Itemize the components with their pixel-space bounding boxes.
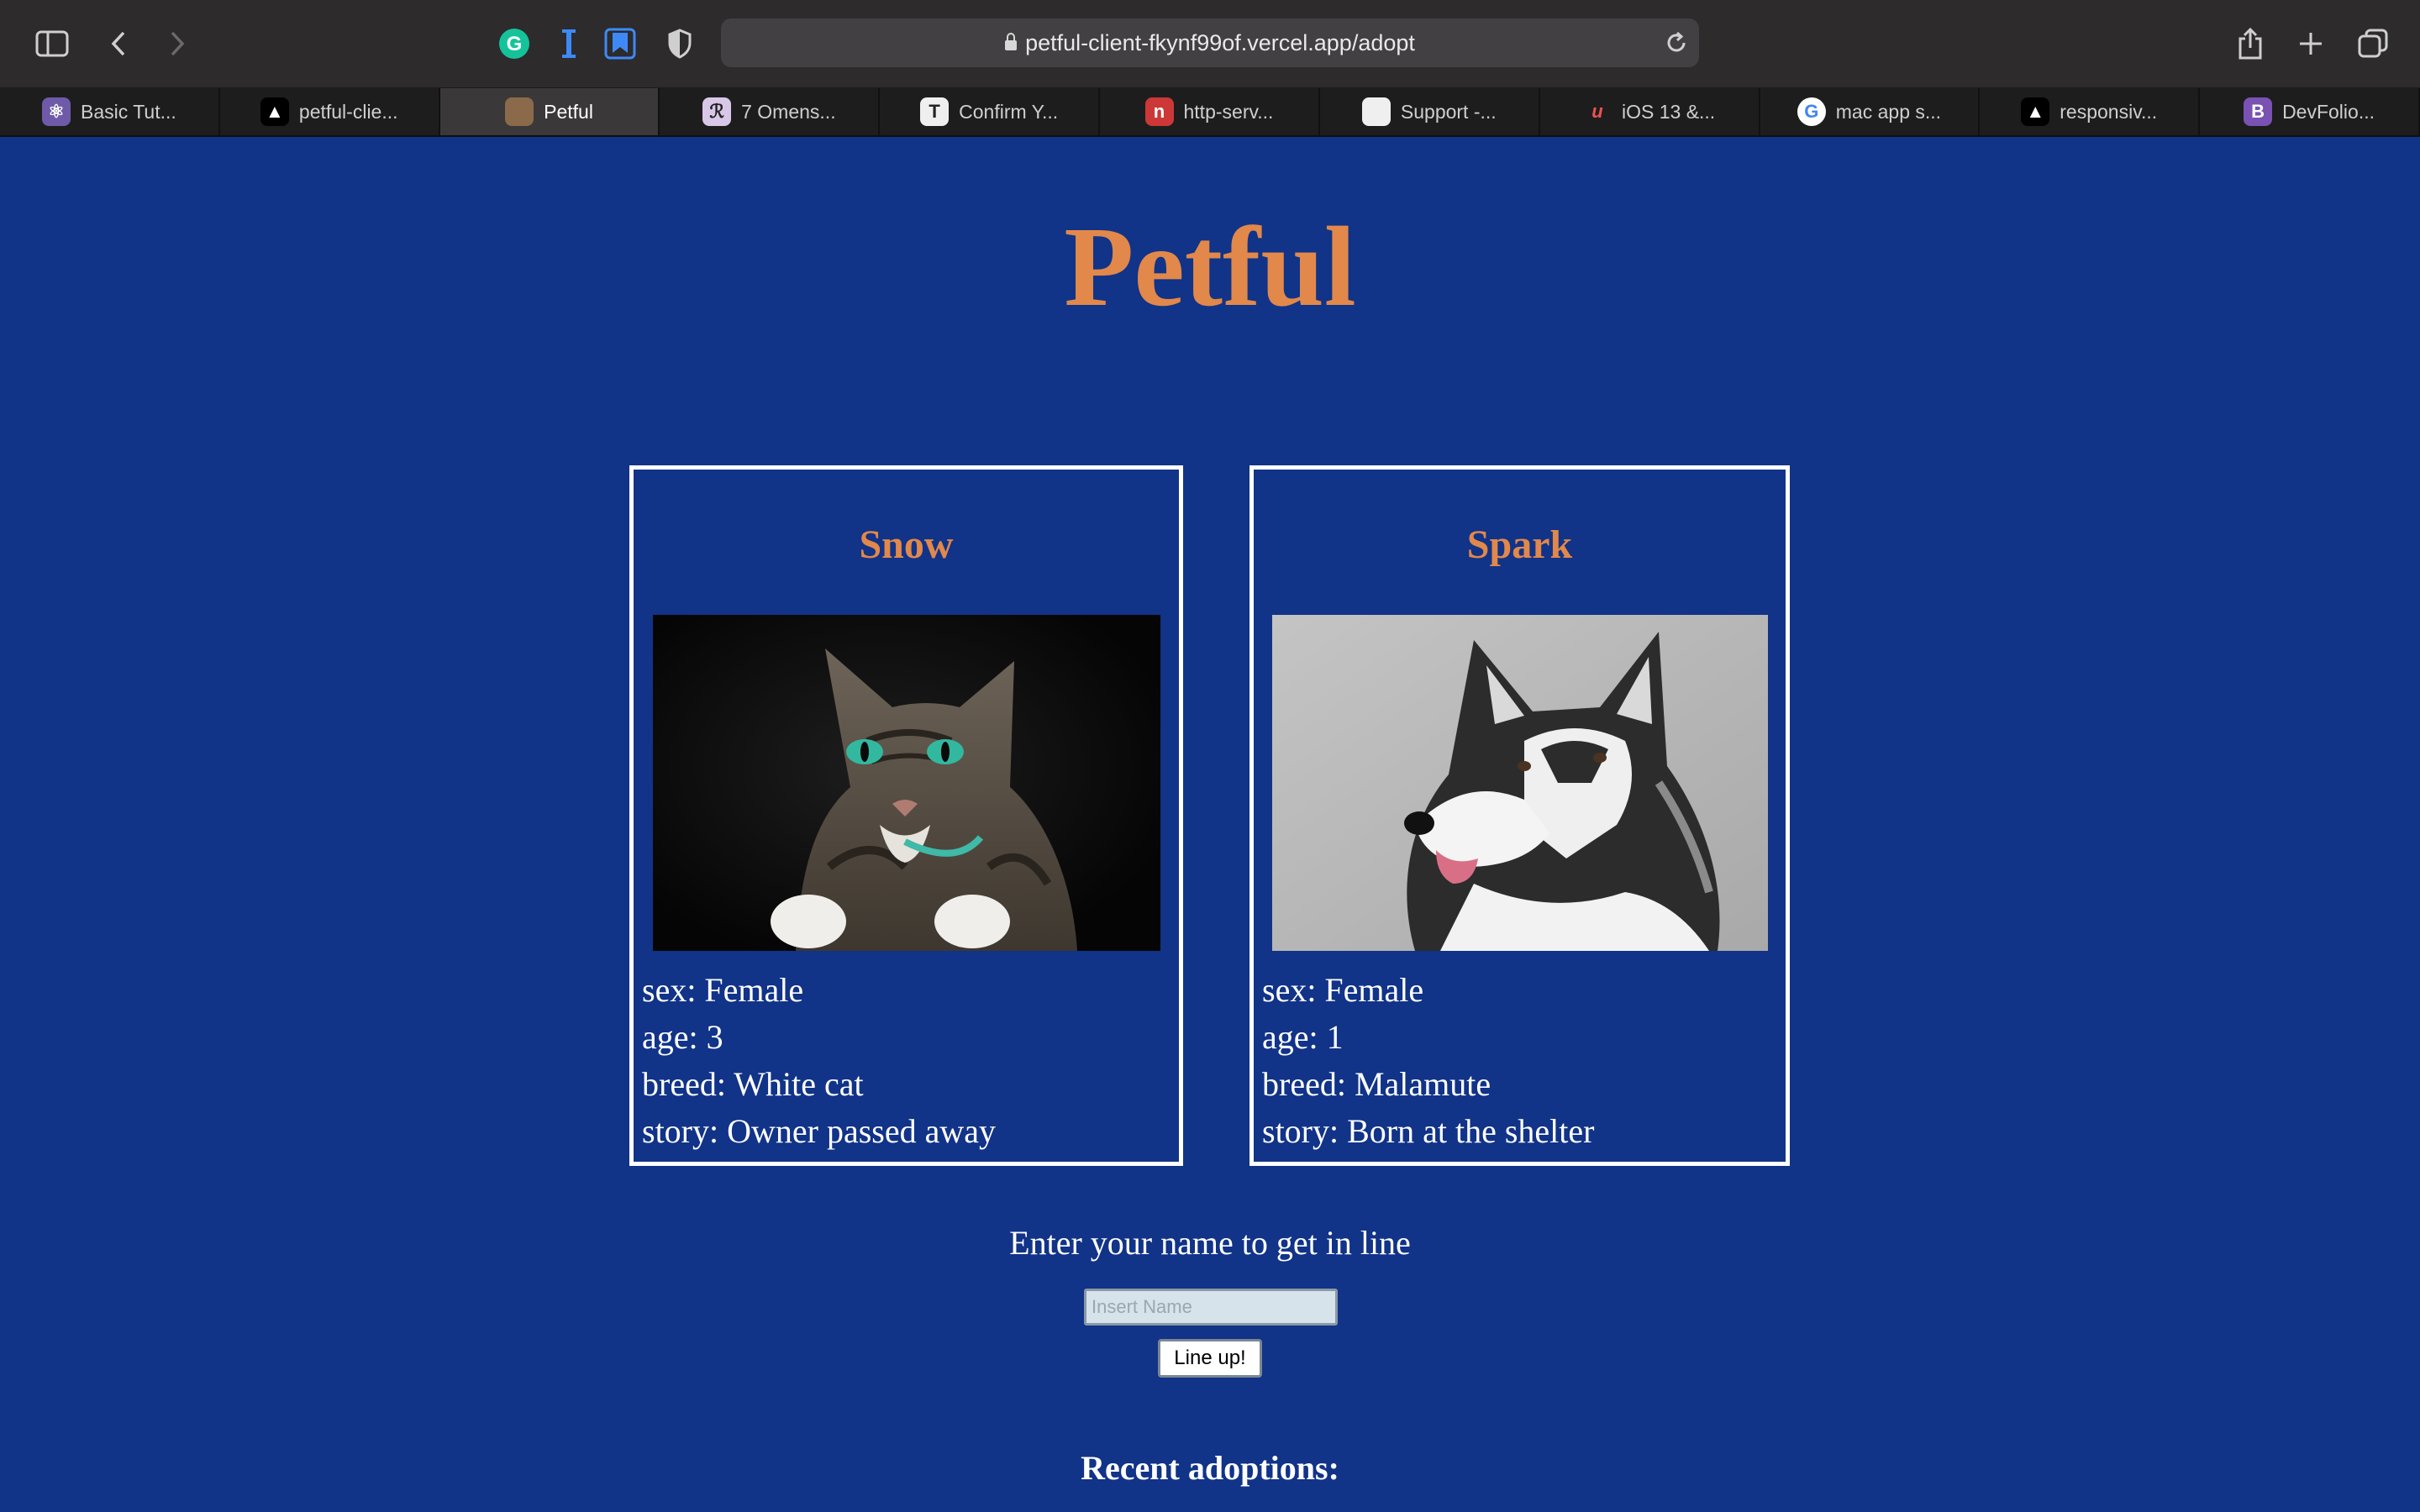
browser-tab[interactable]: T Confirm Y... (880, 88, 1101, 135)
udemy-icon: u (1582, 97, 1612, 126)
tabby-cat-photo (653, 615, 1160, 951)
grammarly-extension-icon[interactable]: G (497, 27, 531, 60)
tab-label: mac app s... (1835, 100, 1942, 123)
pet-story: story: Owner passed away (642, 1112, 996, 1150)
pet-card-cat: Snow sex: Female age: 3 breed: White cat… (629, 465, 1183, 1166)
pet-card-dog: Spark sex: Female age: 1 breed: Malamute… (1249, 465, 1790, 1166)
line-up-button[interactable]: Line up! (1158, 1339, 1262, 1378)
npm-icon: n (1144, 97, 1174, 126)
pet-name: Snow (859, 522, 954, 567)
url-text: petful-client-fkynf99of.vercel.app/adopt (1025, 30, 1415, 55)
bootstrap-icon: B (2244, 97, 2273, 126)
pet-breed: breed: White cat (642, 1065, 864, 1103)
browser-tab[interactable]: B DevFolio... (2200, 88, 2420, 135)
browser-tab[interactable]: Support -... (1320, 88, 1540, 135)
browser-toolbar: G petful-client-fkynf99of.vercel.app/ado… (0, 0, 2420, 88)
pet-age: age: 3 (642, 1018, 723, 1056)
husky-dog-photo (1272, 615, 1768, 951)
lock-icon (1005, 33, 1018, 50)
browser-tab[interactable]: ▲ petful-clie... (220, 88, 440, 135)
tab-bar: ⚛ Basic Tut... ▲ petful-clie... Petful ℛ 7 Ome… (0, 88, 2420, 137)
vercel-icon: ▲ (260, 97, 289, 126)
tab-label: http-serv... (1183, 100, 1274, 123)
signup-prompt: Enter your name to get in line (1009, 1224, 1411, 1262)
tab-label: Basic Tut... (81, 100, 176, 123)
text-cursor-extension-icon[interactable] (558, 27, 580, 60)
reload-icon[interactable] (1662, 29, 1691, 57)
tab-overview-icon[interactable] (2356, 27, 2390, 60)
google-icon: G (1797, 97, 1826, 126)
tab-label: responsiv... (2060, 100, 2158, 123)
pet-age: age: 1 (1262, 1018, 1344, 1056)
tab-label: Confirm Y... (959, 100, 1059, 123)
svg-text:G: G (507, 33, 523, 55)
sidebar-toggle-icon[interactable] (34, 27, 71, 60)
share-icon[interactable] (2235, 27, 2265, 60)
browser-tab[interactable]: ℛ 7 Omens... (660, 88, 881, 135)
privacy-shield-icon[interactable] (666, 27, 694, 60)
browser-tab[interactable]: n http-serv... (1100, 88, 1320, 135)
pet-details: sex: Female age: 1 breed: Malamute story… (1262, 967, 1594, 1155)
forward-icon[interactable] (165, 27, 190, 60)
name-input[interactable] (1084, 1289, 1338, 1326)
browser-tab[interactable]: u iOS 13 &... (1540, 88, 1760, 135)
tab-label: Petful (544, 100, 593, 123)
tab-label: Support -... (1400, 100, 1497, 123)
bookmark-extension-icon[interactable] (603, 27, 637, 60)
address-bar[interactable]: petful-client-fkynf99of.vercel.app/adopt (721, 18, 1699, 67)
pet-story: story: Born at the shelter (1262, 1112, 1595, 1150)
vercel-icon: ▲ (2021, 97, 2050, 126)
pet-details: sex: Female age: 3 breed: White cat stor… (642, 967, 996, 1155)
recent-adoptions-heading: Recent adoptions: (1081, 1449, 1339, 1487)
browser-tab[interactable]: ⚛ Basic Tut... (0, 88, 220, 135)
apple-icon (1361, 97, 1391, 126)
browser-tab[interactable]: Petful (439, 88, 660, 135)
page-title: Petful (1064, 204, 1356, 330)
react-icon: ⚛ (42, 97, 71, 126)
typeform-icon: T (920, 97, 950, 126)
tab-label: iOS 13 &... (1621, 100, 1716, 123)
pet-name: Spark (1466, 522, 1573, 567)
tab-label: DevFolio... (2282, 100, 2375, 123)
cat-photo-icon (505, 97, 534, 126)
fairy-icon: ℛ (702, 97, 732, 126)
new-tab-icon[interactable] (2296, 27, 2326, 60)
browser-tab[interactable]: Gmac app s... (1760, 88, 1981, 135)
pet-breed: breed: Malamute (1262, 1065, 1491, 1103)
tab-label: petful-clie... (298, 100, 398, 123)
pet-sex: sex: Female (642, 971, 804, 1009)
browser-tab[interactable]: ▲ responsiv... (1980, 88, 2201, 135)
tab-label: 7 Omens... (741, 100, 836, 123)
pet-sex: sex: Female (1262, 971, 1424, 1009)
back-icon[interactable] (106, 27, 131, 60)
